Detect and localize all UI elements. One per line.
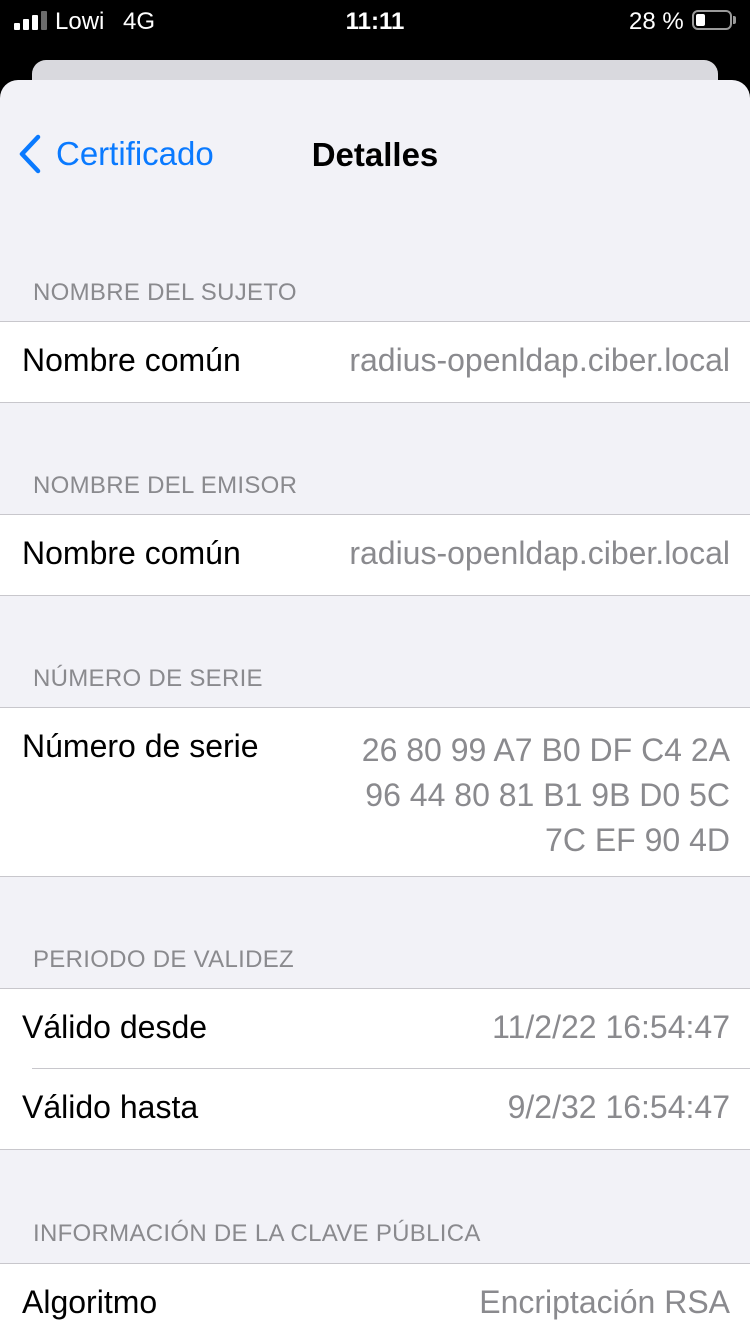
page-title: Detalles: [311, 136, 439, 173]
row-label: Algoritmo: [22, 1284, 158, 1320]
valid-until-row: Válido hasta 9/2/32 16:54:47: [0, 1069, 750, 1149]
serial-line: 96 44 80 81 B1 9B D0 5C: [365, 777, 730, 813]
battery-icon: [692, 10, 732, 30]
battery-percent: 28 %: [629, 8, 684, 35]
row-label: Nombre común: [22, 342, 241, 378]
subject-group: Nombre común radius-openldap.ciber.local: [0, 321, 750, 403]
section-header-validity: PERIODO DE VALIDEZ: [33, 946, 295, 973]
valid-from-row: Válido desde 11/2/22 16:54:47: [0, 989, 750, 1069]
row-value: 11/2/22 16:54:47: [492, 1009, 730, 1045]
row-label: Válido desde: [22, 1009, 208, 1045]
serial-group: Número de serie 26 80 99 A7 B0 DF C4 2A …: [0, 707, 750, 877]
issuer-group: Nombre común radius-openldap.ciber.local: [0, 514, 750, 596]
subject-common-name-row: Nombre común radius-openldap.ciber.local: [0, 322, 750, 402]
row-label: Nombre común: [22, 535, 241, 571]
serial-line: 26 80 99 A7 B0 DF C4 2A: [361, 732, 730, 768]
issuer-common-name-row: Nombre común radius-openldap.ciber.local: [0, 515, 750, 595]
status-bar: Lowi 4G 11:11 28 %: [0, 0, 750, 44]
navigation-bar: Certificado Detalles: [0, 80, 750, 230]
row-value: radius-openldap.ciber.local: [349, 535, 730, 571]
section-header-public-key: INFORMACIÓN DE LA CLAVE PÚBLICA: [33, 1220, 481, 1247]
row-label: Válido hasta: [22, 1089, 199, 1125]
algorithm-row: Algoritmo Encriptación RSA: [0, 1264, 750, 1334]
details-sheet: Certificado Detalles NOMBRE DEL SUJETO N…: [0, 80, 750, 1334]
row-value: radius-openldap.ciber.local: [349, 342, 730, 378]
serial-number-row: Número de serie 26 80 99 A7 B0 DF C4 2A …: [0, 708, 750, 876]
public-key-group: Algoritmo Encriptación RSA: [0, 1263, 750, 1334]
row-value: Encriptación RSA: [479, 1284, 730, 1320]
row-value: 9/2/32 16:54:47: [507, 1089, 730, 1125]
section-header-issuer: NOMBRE DEL EMISOR: [33, 472, 298, 499]
battery-tip: [733, 16, 736, 24]
row-label: Número de serie: [22, 728, 259, 764]
validity-group: Válido desde 11/2/22 16:54:47 Válido has…: [0, 988, 750, 1150]
section-header-serial: NÚMERO DE SERIE: [33, 665, 263, 692]
serial-number-value: 26 80 99 A7 B0 DF C4 2A 96 44 80 81 B1 9…: [362, 728, 730, 863]
section-header-subject: NOMBRE DEL SUJETO: [33, 279, 297, 306]
serial-line: 7C EF 90 4D: [545, 822, 730, 858]
